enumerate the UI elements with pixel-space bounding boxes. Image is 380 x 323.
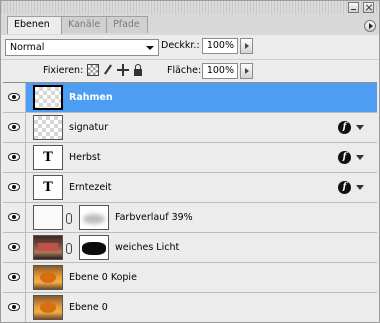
eye-icon <box>8 243 20 251</box>
opacity-label: Deckkr.: <box>161 40 200 51</box>
layer-thumbnail <box>33 205 63 230</box>
eye-icon <box>8 273 20 281</box>
tab-pfade[interactable]: Pfade <box>106 16 148 33</box>
layer-name: Herbst <box>69 152 101 163</box>
layer-row[interactable]: Ebene 0 Kopie <box>3 263 377 293</box>
layer-row[interactable]: Ebene 0 <box>3 293 377 322</box>
visibility-toggle[interactable] <box>3 83 26 112</box>
text-layer-thumbnail: T <box>33 175 63 200</box>
layer-row[interactable]: T Erntezeit f <box>3 173 377 203</box>
panel-grip[interactable] <box>1 1 379 13</box>
layer-name: Farbverlauf 39% <box>115 212 193 223</box>
tab-ebenen[interactable]: Ebenen <box>7 16 62 34</box>
layer-row[interactable]: Farbverlauf 39% <box>3 203 377 233</box>
panel-tab-bar: Ebenen Kanäle Pfade <box>1 1 379 35</box>
panel-menu-button[interactable] <box>364 20 376 32</box>
eye-icon <box>8 303 20 311</box>
visibility-toggle[interactable] <box>3 113 26 142</box>
fill-field[interactable]: 100% <box>202 63 238 79</box>
eye-icon <box>8 183 20 191</box>
expand-arrow-icon[interactable] <box>356 155 364 160</box>
divider <box>1 59 379 60</box>
layer-row[interactable]: weiches Licht <box>3 233 377 263</box>
link-icon[interactable] <box>66 243 72 254</box>
minimize-button[interactable] <box>348 2 359 13</box>
link-icon[interactable] <box>66 213 72 224</box>
eye-icon <box>8 153 20 161</box>
layer-mask-thumbnail[interactable] <box>79 205 109 230</box>
move-lock-icon[interactable] <box>117 64 129 76</box>
eye-icon <box>8 93 20 101</box>
layers-list: Rahmen signatur f T Herbst f T Erntezeit… <box>3 82 377 322</box>
layer-name: Erntezeit <box>69 182 112 193</box>
layers-panel: Ebenen Kanäle Pfade Normal Deckkr.: 100%… <box>0 0 380 323</box>
layer-style-icon[interactable]: f <box>338 151 351 164</box>
opacity-slider-button[interactable] <box>240 38 253 54</box>
opacity-field[interactable]: 100% <box>202 38 238 54</box>
visibility-toggle[interactable] <box>3 233 26 262</box>
visibility-toggle[interactable] <box>3 263 26 292</box>
layer-thumbnail <box>33 295 63 320</box>
lock-all-icon[interactable] <box>132 64 144 76</box>
visibility-toggle[interactable] <box>3 143 26 172</box>
fill-slider-button[interactable] <box>240 63 253 79</box>
layer-thumbnail <box>33 85 63 110</box>
fill-label: Fläche: <box>167 65 202 76</box>
visibility-toggle[interactable] <box>3 203 26 232</box>
eye-icon <box>8 213 20 221</box>
eye-icon <box>8 123 20 131</box>
layer-style-icon[interactable]: f <box>338 121 351 134</box>
visibility-toggle[interactable] <box>3 173 26 202</box>
tab-kanaele[interactable]: Kanäle <box>61 16 108 33</box>
layer-row[interactable]: signatur f <box>3 113 377 143</box>
lock-label: Fixieren: <box>43 65 84 76</box>
layer-thumbnail <box>33 235 63 260</box>
visibility-toggle[interactable] <box>3 293 26 322</box>
chevron-down-icon <box>146 46 154 50</box>
brush-lock-icon[interactable] <box>102 64 114 76</box>
layer-row[interactable]: T Herbst f <box>3 143 377 173</box>
transparency-lock-icon[interactable] <box>87 64 99 76</box>
layer-name: Ebene 0 Kopie <box>69 272 137 283</box>
layer-style-icon[interactable]: f <box>338 181 351 194</box>
close-button[interactable] <box>363 2 374 13</box>
layer-row[interactable]: Rahmen <box>3 83 377 113</box>
blend-mode-value: Normal <box>10 42 45 53</box>
layer-thumbnail <box>33 265 63 290</box>
layer-name: signatur <box>69 122 109 133</box>
layer-mask-thumbnail[interactable] <box>79 235 109 260</box>
expand-arrow-icon[interactable] <box>356 125 364 130</box>
layer-name: Ebene 0 <box>69 302 108 313</box>
layer-thumbnail <box>33 115 63 140</box>
blend-mode-select[interactable]: Normal <box>5 39 159 56</box>
layer-name: weiches Licht <box>115 242 180 253</box>
lock-icons <box>87 64 144 78</box>
expand-arrow-icon[interactable] <box>356 185 364 190</box>
layer-name: Rahmen <box>69 92 113 103</box>
text-layer-thumbnail: T <box>33 145 63 170</box>
